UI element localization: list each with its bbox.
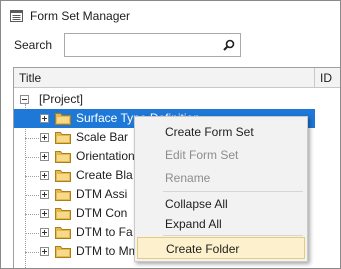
tree-row-project[interactable]: [Project] [14,90,315,109]
tree-row-label: DTM Assi [76,187,128,201]
search-label: Search [14,38,53,52]
tree-row-label: Scale Bar [76,130,129,144]
search-icon[interactable] [223,39,235,51]
tree-row-label: Create Bla [76,168,133,182]
menu-item-rename[interactable]: Rename [137,167,305,189]
form-set-manager-window: Form Set Manager Search Title ID [Projec [0,0,341,269]
folder-icon [55,226,71,239]
folder-icon [55,169,71,182]
folder-icon [55,131,71,144]
tree-row-label: DTM Con [76,206,128,220]
menu-item-edit-form-set[interactable]: Edit Form Set [137,144,305,166]
menu-item-create-folder[interactable]: Create Folder [137,237,305,259]
menu-separator [163,235,303,236]
grid-header: Title ID [14,68,340,88]
window-title: Form Set Manager [30,9,131,23]
tree-row-label: DTM to Fa [76,225,133,239]
column-header-title[interactable]: Title [14,68,315,88]
menu-item-collapse-all[interactable]: Collapse All [137,193,305,215]
tree-row-label: [Project] [39,92,84,106]
expand-icon[interactable] [40,247,49,256]
folder-icon [55,207,71,220]
context-menu: Create Form Set Edit Form Set Rename Col… [134,116,308,262]
folder-icon [55,245,71,258]
form-set-manager-icon [10,10,23,22]
folder-icon [55,188,71,201]
expand-icon[interactable] [40,114,49,123]
search-box[interactable] [64,33,241,57]
menu-item-expand-all[interactable]: Expand All [137,213,305,235]
menu-item-create-form-set[interactable]: Create Form Set [137,121,305,143]
title-bar: Form Set Manager [1,1,340,29]
expand-icon[interactable] [40,152,49,161]
expand-icon[interactable] [40,171,49,180]
column-header-id[interactable]: ID [316,68,340,88]
search-input[interactable] [67,36,217,54]
tree-row-label: Orientation [76,149,135,163]
menu-separator [163,191,303,192]
expand-icon[interactable] [40,209,49,218]
expand-icon[interactable] [40,228,49,237]
folder-icon [55,112,71,125]
expand-icon[interactable] [40,190,49,199]
folder-icon [55,150,71,163]
collapse-icon[interactable] [20,95,29,104]
expand-icon[interactable] [40,133,49,142]
